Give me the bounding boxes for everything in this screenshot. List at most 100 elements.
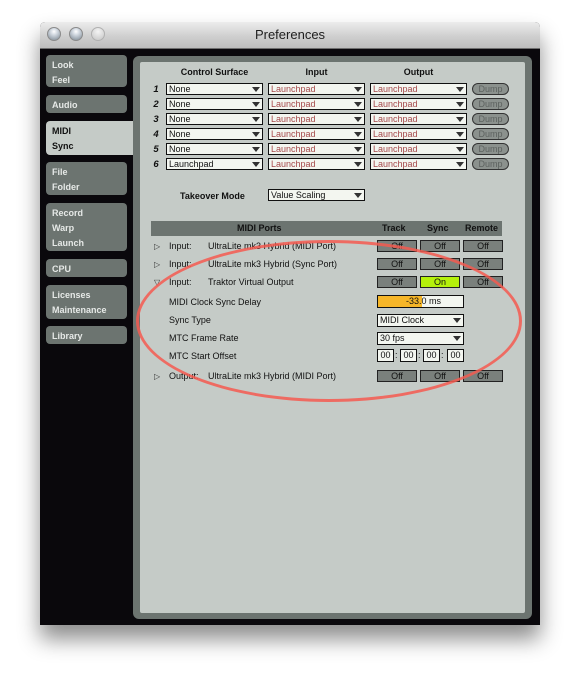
tab-audio[interactable]: Audio: [46, 95, 127, 113]
tab-label: Warp: [52, 223, 75, 233]
header-track: Track: [382, 223, 406, 233]
window-title: Preferences: [254, 27, 326, 42]
header-midi-ports: MIDI Ports: [237, 223, 282, 233]
mtc-frame-rate-value: 30 fps: [380, 333, 405, 343]
control-surface-dropdown[interactable]: None: [166, 113, 263, 125]
output-dropdown[interactable]: Launchpad: [370, 128, 467, 140]
port-direction: Output:: [169, 371, 199, 381]
input-dropdown[interactable]: Launchpad: [268, 158, 365, 170]
chevron-down-icon: [252, 147, 260, 152]
dump-button[interactable]: Dump: [472, 143, 509, 155]
tab-label: Licenses: [52, 290, 91, 300]
port-name: UltraLite mk3 Hybrid (Sync Port): [208, 259, 338, 269]
takeover-mode-dropdown[interactable]: Value Scaling: [268, 189, 365, 201]
output-dropdown[interactable]: Launchpad: [370, 98, 467, 110]
sync-toggle[interactable]: Off: [420, 370, 460, 382]
header-input: Input: [305, 67, 328, 77]
input-dropdown[interactable]: Launchpad: [268, 128, 365, 140]
mtc-offset-minutes[interactable]: 00: [400, 349, 417, 362]
control-surface-value: None: [169, 84, 191, 94]
row-number: 3: [153, 114, 159, 125]
track-toggle[interactable]: Off: [377, 370, 417, 382]
chevron-down-icon: [252, 87, 260, 92]
control-surface-value: None: [169, 129, 191, 139]
control-surface-value: Launchpad: [169, 159, 214, 169]
output-dropdown[interactable]: Launchpad: [370, 83, 467, 95]
tab-label: CPU: [52, 264, 72, 274]
remote-toggle[interactable]: Off: [463, 258, 503, 270]
dump-button[interactable]: Dump: [472, 128, 509, 140]
chevron-down-icon: [354, 117, 362, 122]
output-dropdown[interactable]: Launchpad: [370, 158, 467, 170]
output-dropdown[interactable]: Launchpad: [370, 113, 467, 125]
tab-label: Feel: [52, 75, 71, 85]
port-direction: Input:: [169, 259, 192, 269]
sync-toggle[interactable]: On: [420, 276, 460, 288]
tab-label: Maintenance: [52, 305, 107, 315]
tab-record-warp-launch[interactable]: Record Warp Launch: [46, 203, 127, 251]
control-surface-dropdown[interactable]: Launchpad: [166, 158, 263, 170]
dump-button[interactable]: Dump: [472, 113, 509, 125]
offset-separator: :: [418, 350, 421, 360]
remote-toggle[interactable]: Off: [463, 370, 503, 382]
input-dropdown[interactable]: Launchpad: [268, 98, 365, 110]
tab-library[interactable]: Library: [46, 326, 127, 344]
tab-look-feel[interactable]: Look Feel: [46, 55, 127, 87]
row-number: 5: [153, 144, 159, 155]
track-toggle[interactable]: Off: [377, 258, 417, 270]
input-value: Launchpad: [271, 114, 316, 124]
dump-button[interactable]: Dump: [472, 83, 509, 95]
remote-toggle[interactable]: Off: [463, 240, 503, 252]
tab-file-folder[interactable]: File Folder: [46, 162, 127, 195]
mtc-offset-hours[interactable]: 00: [377, 349, 394, 362]
collapse-triangle-icon[interactable]: ▽: [154, 278, 160, 287]
track-toggle[interactable]: Off: [377, 276, 417, 288]
sync-type-dropdown[interactable]: MIDI Clock: [377, 314, 464, 327]
sync-toggle[interactable]: Off: [420, 258, 460, 270]
sync-type-value: MIDI Clock: [380, 315, 425, 325]
port-direction: Input:: [169, 241, 192, 251]
row-number: 6: [153, 159, 159, 170]
tab-label: Look: [52, 60, 74, 70]
tab-licenses-maintenance[interactable]: Licenses Maintenance: [46, 285, 127, 319]
header-sync: Sync: [427, 223, 449, 233]
dump-button[interactable]: Dump: [472, 98, 509, 110]
expand-triangle-icon[interactable]: ▷: [154, 372, 160, 381]
mtc-frame-rate-dropdown[interactable]: 30 fps: [377, 332, 464, 345]
midi-clock-sync-delay-label: MIDI Clock Sync Delay: [169, 297, 262, 307]
input-dropdown[interactable]: Launchpad: [268, 143, 365, 155]
chevron-down-icon: [354, 132, 362, 137]
track-toggle[interactable]: Off: [377, 240, 417, 252]
dump-button[interactable]: Dump: [472, 158, 509, 170]
tab-label: Record: [52, 208, 84, 218]
offset-separator: :: [395, 350, 398, 360]
control-surface-dropdown[interactable]: None: [166, 83, 263, 95]
control-surface-dropdown[interactable]: None: [166, 98, 263, 110]
tab-label: Audio: [52, 100, 78, 110]
input-dropdown[interactable]: Launchpad: [268, 83, 365, 95]
tab-cpu[interactable]: CPU: [46, 259, 127, 277]
chevron-down-icon: [354, 87, 362, 92]
mtc-offset-frames[interactable]: 00: [447, 349, 464, 362]
sync-toggle[interactable]: Off: [420, 240, 460, 252]
chevron-down-icon: [456, 117, 464, 122]
expand-triangle-icon[interactable]: ▷: [154, 260, 160, 269]
tab-midi-sync[interactable]: MIDI Sync: [46, 121, 138, 155]
control-surface-dropdown[interactable]: None: [166, 128, 263, 140]
control-surface-value: None: [169, 144, 191, 154]
control-surface-dropdown[interactable]: None: [166, 143, 263, 155]
remote-toggle[interactable]: Off: [463, 276, 503, 288]
input-value: Launchpad: [271, 144, 316, 154]
offset-separator: :: [441, 350, 444, 360]
chevron-down-icon: [456, 147, 464, 152]
output-value: Launchpad: [373, 159, 418, 169]
input-dropdown[interactable]: Launchpad: [268, 113, 365, 125]
sync-type-label: Sync Type: [169, 315, 211, 325]
output-value: Launchpad: [373, 144, 418, 154]
expand-triangle-icon[interactable]: ▷: [154, 242, 160, 251]
midi-clock-sync-delay-field[interactable]: -33.0 ms: [377, 295, 464, 308]
mtc-offset-seconds[interactable]: 00: [423, 349, 440, 362]
control-surface-value: None: [169, 114, 191, 124]
header-remote: Remote: [465, 223, 499, 233]
output-dropdown[interactable]: Launchpad: [370, 143, 467, 155]
